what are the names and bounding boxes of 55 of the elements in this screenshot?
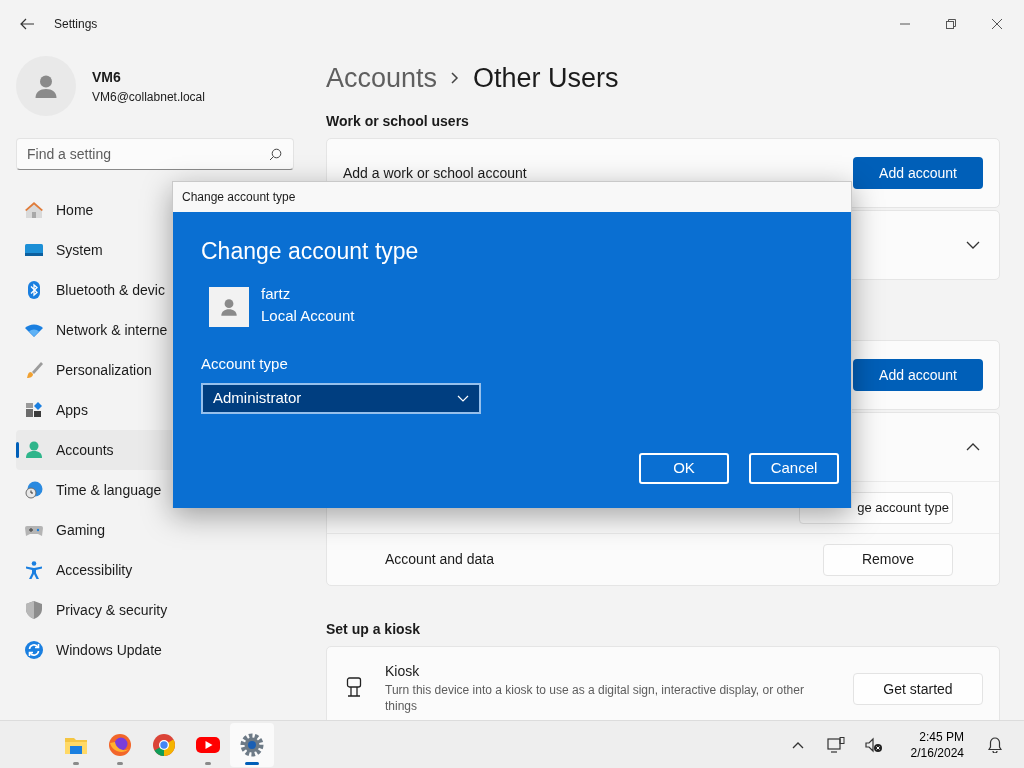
person-icon: [24, 440, 44, 460]
monitor-icon: [826, 736, 845, 753]
add-account-button[interactable]: Add account: [853, 157, 983, 189]
add-account-button[interactable]: Add account: [853, 359, 983, 391]
brush-icon: [24, 360, 44, 380]
page-title: Other Users: [473, 61, 619, 95]
restore-icon: [946, 19, 956, 29]
dialog-heading: Change account type: [201, 237, 420, 266]
user-name: fartz: [261, 283, 292, 304]
date-text: 2/16/2024: [910, 744, 964, 761]
house-icon: [24, 200, 44, 220]
sync-icon: [24, 640, 44, 660]
section-heading: Set up a kiosk: [326, 619, 422, 639]
user-name: VM6: [92, 67, 122, 87]
chevron-right-icon: [451, 72, 460, 84]
shield-icon: [24, 600, 44, 620]
ok-button[interactable]: OK: [639, 453, 729, 484]
bell-icon: [988, 736, 1002, 753]
user-email: VM6@collabnet.local: [92, 88, 205, 106]
get-started-button[interactable]: Get started: [853, 673, 983, 705]
row-label: Account and data: [385, 550, 494, 569]
speaker-muted-icon: [864, 736, 883, 753]
search-icon: [269, 148, 282, 161]
globe-clock-icon: [24, 480, 44, 500]
chevron-down-icon: [457, 394, 469, 403]
account-type-dropdown[interactable]: Administrator: [201, 383, 481, 414]
close-icon: [992, 19, 1002, 29]
apps-icon: [24, 400, 44, 420]
cancel-button[interactable]: Cancel: [749, 453, 839, 484]
nav-item[interactable]: Accessibility: [16, 550, 310, 590]
card-title: Kiosk: [385, 662, 421, 681]
running-indicator: [117, 761, 123, 765]
search-field[interactable]: Find a setting: [16, 138, 294, 170]
time-text: 2:45 PM: [918, 728, 964, 745]
account-kind: Local Account: [261, 305, 355, 326]
window-title: Settings: [54, 16, 98, 33]
nav-item[interactable]: Windows Update: [16, 630, 310, 670]
back-arrow-icon: [20, 18, 34, 30]
nav-item[interactable]: Gaming: [16, 510, 310, 550]
kiosk-icon: [345, 677, 363, 697]
breadcrumb-link[interactable]: Accounts: [326, 57, 438, 99]
running-indicator: [73, 761, 79, 765]
card-label: Add a work or school account: [343, 163, 527, 183]
chevron-up-icon: [791, 740, 804, 749]
running-indicator: [245, 761, 259, 765]
remove-button[interactable]: Remove: [823, 543, 953, 576]
running-indicator: [205, 761, 211, 765]
dialog-title-bar: Change account type: [173, 182, 851, 212]
nav-item[interactable]: Privacy & security: [16, 590, 310, 630]
accessibility-icon: [24, 560, 44, 580]
clock[interactable]: 2:45 PM 2/16/2024: [904, 727, 970, 762]
card-description: Turn this device into a kiosk to use as a digital sign, interactive display, or other things: [385, 682, 805, 714]
field-label: Account type: [201, 353, 289, 374]
section-heading: Work or school users: [326, 111, 470, 131]
taskbar-app[interactable]: [230, 722, 274, 767]
